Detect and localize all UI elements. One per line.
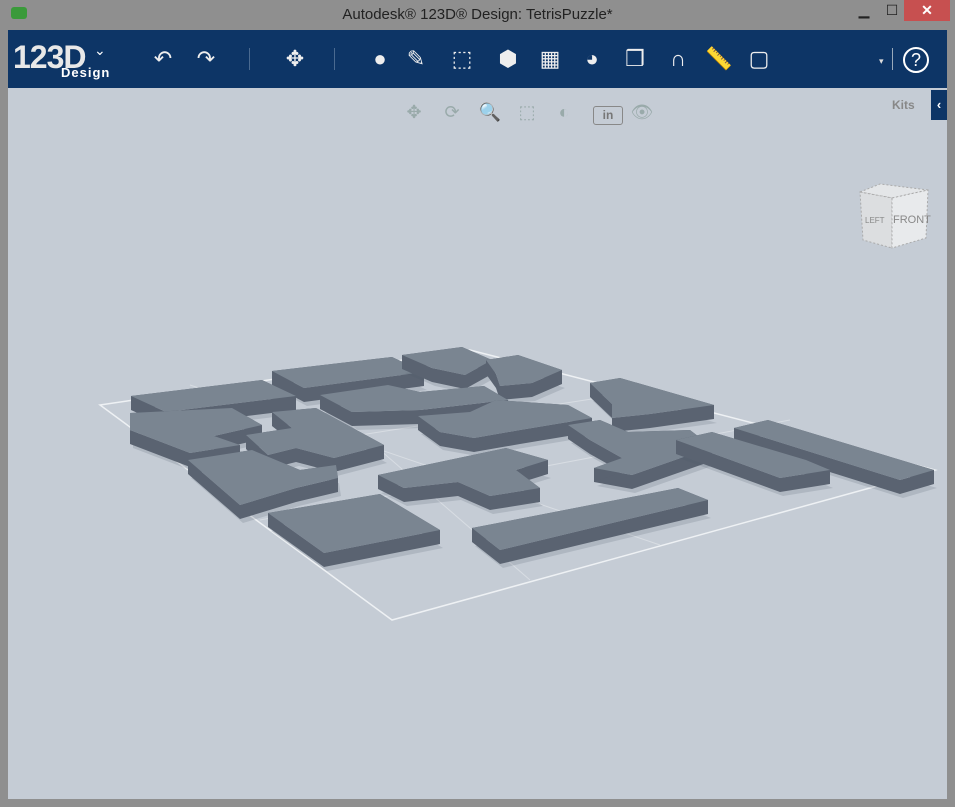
logo-subtitle: Design bbox=[61, 65, 111, 80]
maximize-button[interactable]: ☐ bbox=[878, 0, 906, 21]
view-cube-left-label[interactable]: LEFT bbox=[865, 216, 885, 225]
close-button[interactable]: ✕ bbox=[904, 0, 950, 21]
view-cube-front-label[interactable]: FRONT bbox=[893, 214, 931, 226]
material-icon[interactable]: ▢ bbox=[744, 44, 774, 74]
orbit-icon[interactable]: ⟳ bbox=[438, 102, 466, 128]
kits-label[interactable]: Kits bbox=[892, 98, 915, 112]
divider bbox=[892, 48, 893, 70]
sketch-icon[interactable]: ✎ bbox=[401, 44, 431, 74]
kits-panel-toggle[interactable]: ‹ bbox=[931, 90, 947, 120]
primitives-icon[interactable]: ● bbox=[365, 44, 395, 74]
viewport-3d[interactable]: LEFT FRONT bbox=[8, 88, 947, 799]
units-button[interactable]: in bbox=[593, 106, 623, 125]
snap-icon[interactable]: ∩ bbox=[663, 44, 693, 74]
help-button[interactable]: ? bbox=[903, 47, 929, 73]
combine-icon[interactable]: ❒ bbox=[620, 44, 650, 74]
undo-icon[interactable]: ↶ bbox=[148, 44, 178, 74]
eye-icon[interactable]: 👁 bbox=[628, 102, 656, 128]
minimize-button[interactable]: ▁ bbox=[850, 0, 878, 21]
divider bbox=[334, 48, 335, 70]
window-title: Autodesk® 123D® Design: TetrisPuzzle* bbox=[342, 6, 613, 23]
chevron-down-icon[interactable]: ⌄ bbox=[94, 42, 106, 59]
modify-icon[interactable]: ⬢ bbox=[493, 44, 523, 74]
toolbar-dropdown[interactable]: ▾ bbox=[879, 56, 884, 67]
main-toolbar: 123D Design ⌄ ↶ ↷ ✥ ● ✎ ⬚ ⬢ ▦ ◕ ❒ ∩ 📏 ▢ ▾ ? bbox=[8, 30, 947, 88]
title-bar: Autodesk® 123D® Design: TetrisPuzzle* ▁ … bbox=[0, 0, 955, 30]
fit-icon[interactable]: ⬚ bbox=[513, 102, 541, 128]
measure-icon[interactable]: 📏 bbox=[704, 44, 734, 74]
views-icon[interactable]: ◐ bbox=[550, 102, 578, 128]
group-icon[interactable]: ◕ bbox=[577, 44, 607, 74]
pattern-icon[interactable]: ▦ bbox=[535, 44, 565, 74]
transform-icon[interactable]: ✥ bbox=[280, 44, 310, 74]
divider bbox=[249, 48, 250, 70]
block-side bbox=[352, 410, 420, 426]
redo-icon[interactable]: ↷ bbox=[191, 44, 221, 74]
pan-icon[interactable]: ✥ bbox=[400, 102, 428, 128]
zoom-icon[interactable]: 🔍 bbox=[476, 102, 504, 128]
app-window: 123D Design ⌄ ↶ ↷ ✥ ● ✎ ⬚ ⬢ ▦ ◕ ❒ ∩ 📏 ▢ ▾ ? LEFT FRON… bbox=[8, 30, 947, 799]
construct-icon[interactable]: ⬚ bbox=[447, 44, 477, 74]
view-cube[interactable]: LEFT FRONT bbox=[858, 183, 931, 249]
